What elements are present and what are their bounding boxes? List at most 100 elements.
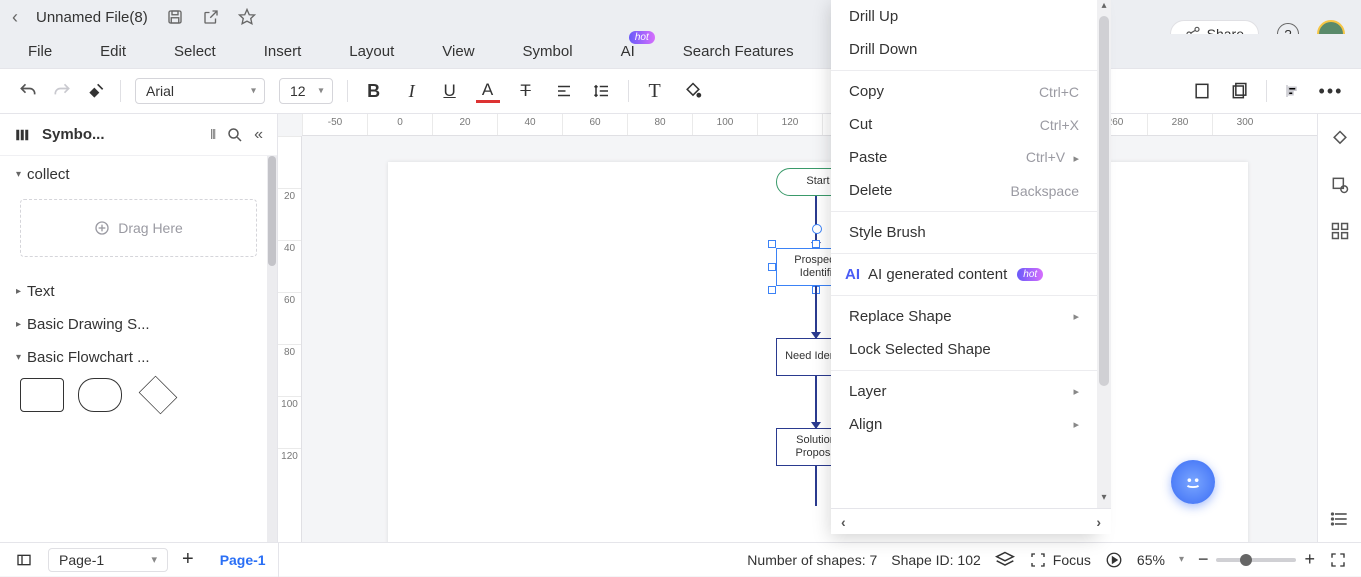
ctx-lock-shape[interactable]: Lock Selected Shape bbox=[831, 333, 1097, 366]
presentation-icon[interactable] bbox=[1105, 551, 1123, 569]
group-text[interactable]: ▸Text bbox=[0, 273, 277, 306]
undo-icon[interactable] bbox=[18, 81, 38, 101]
chevron-right-icon: ▸ bbox=[16, 286, 21, 297]
strikethrough-icon[interactable]: T bbox=[514, 79, 538, 103]
zoom-out-icon[interactable]: − bbox=[1198, 549, 1209, 570]
format-painter-icon[interactable] bbox=[86, 81, 106, 101]
page[interactable]: Start Prospect Identifi Need Identifi So… bbox=[388, 162, 1248, 542]
menu-ai[interactable]: AIhot bbox=[621, 43, 635, 60]
drag-here-target[interactable]: Drag Here bbox=[20, 199, 257, 257]
settings-icon[interactable] bbox=[1329, 174, 1351, 196]
page-selector[interactable]: Page-1▾ bbox=[48, 548, 168, 572]
star-icon[interactable] bbox=[238, 8, 256, 26]
shape-id: Shape ID: 102 bbox=[891, 552, 981, 568]
connector[interactable] bbox=[815, 376, 817, 428]
ctx-paste[interactable]: PasteCtrl+V ▸ bbox=[831, 141, 1097, 174]
nav-next-icon[interactable]: › bbox=[1096, 514, 1101, 530]
add-page-icon[interactable]: + bbox=[182, 548, 194, 571]
font-select[interactable]: Arial▾ bbox=[135, 78, 265, 104]
menu-layout[interactable]: Layout bbox=[349, 43, 394, 60]
separator bbox=[831, 253, 1097, 254]
shape-diamond[interactable] bbox=[139, 376, 178, 415]
menu-symbol[interactable]: Symbol bbox=[523, 43, 573, 60]
line-spacing-icon[interactable] bbox=[590, 79, 614, 103]
sidebar-scrollbar[interactable] bbox=[267, 156, 277, 542]
zoom-in-icon[interactable]: + bbox=[1304, 549, 1315, 570]
ctx-ai-generated[interactable]: AI AI generated content hot bbox=[831, 258, 1097, 291]
chevron-down-icon: ▾ bbox=[251, 86, 256, 97]
menu-search-features[interactable]: Search Features bbox=[683, 43, 794, 60]
menu-view[interactable]: View bbox=[442, 43, 474, 60]
underline-icon[interactable]: U bbox=[438, 79, 462, 103]
italic-icon[interactable]: I bbox=[400, 79, 424, 103]
zoom-slider[interactable] bbox=[1216, 558, 1296, 562]
ctx-drill-up[interactable]: Drill Up bbox=[831, 0, 1097, 33]
fill-icon[interactable] bbox=[681, 79, 705, 103]
ctx-align[interactable]: Align▸ bbox=[831, 408, 1097, 441]
slider-knob[interactable] bbox=[1240, 554, 1252, 566]
layers-icon[interactable] bbox=[995, 550, 1015, 570]
menu-insert[interactable]: Insert bbox=[264, 43, 302, 60]
grid-icon[interactable] bbox=[1329, 220, 1351, 242]
context-menu: Drill Up Drill Down CopyCtrl+C CutCtrl+X… bbox=[831, 0, 1097, 534]
filename[interactable]: Unnamed File(8) bbox=[36, 9, 148, 26]
library-icon[interactable] bbox=[14, 126, 32, 144]
scroll-thumb[interactable] bbox=[1099, 16, 1109, 386]
connector[interactable] bbox=[815, 196, 817, 248]
menu-select[interactable]: Select bbox=[174, 43, 216, 60]
ctx-replace-shape[interactable]: Replace Shape▸ bbox=[831, 300, 1097, 333]
assistant-bubble[interactable] bbox=[1171, 460, 1215, 504]
fill-tool-icon[interactable] bbox=[1329, 128, 1351, 150]
page-icon[interactable] bbox=[1190, 79, 1214, 103]
nav-prev-icon[interactable]: ‹ bbox=[841, 514, 846, 530]
more-icon[interactable]: ••• bbox=[1319, 79, 1343, 103]
save-icon[interactable] bbox=[166, 8, 184, 26]
group-basic-drawing[interactable]: ▸Basic Drawing S... bbox=[0, 306, 277, 339]
pages-panel-icon[interactable] bbox=[14, 552, 34, 568]
menu-edit[interactable]: Edit bbox=[100, 43, 126, 60]
focus-button[interactable]: Focus bbox=[1029, 551, 1091, 569]
sidebar-body: ▾collect Drag Here ▸Text ▸Basic Drawing … bbox=[0, 156, 277, 542]
shape-rect[interactable] bbox=[20, 378, 64, 412]
expand-icon[interactable]: ⦀ bbox=[210, 127, 216, 143]
connector[interactable] bbox=[815, 466, 817, 506]
ctx-delete[interactable]: DeleteBackspace bbox=[831, 174, 1097, 207]
rotate-handle[interactable] bbox=[812, 224, 822, 234]
page-tab[interactable]: Page-1 bbox=[208, 543, 279, 577]
context-scrollbar[interactable]: ▴ ▾ bbox=[1097, 0, 1111, 534]
search-icon[interactable] bbox=[226, 126, 244, 144]
menu-file[interactable]: File bbox=[28, 43, 52, 60]
ctx-style-brush[interactable]: Style Brush bbox=[831, 216, 1097, 249]
back-icon[interactable]: ‹ bbox=[12, 7, 18, 28]
list-icon[interactable] bbox=[1329, 508, 1351, 530]
canvas[interactable]: -50020406080100120140260280300 204060801… bbox=[278, 114, 1317, 542]
bold-icon[interactable]: B bbox=[362, 79, 386, 103]
hot-badge: hot bbox=[1017, 268, 1043, 281]
align-left-icon[interactable] bbox=[1281, 79, 1305, 103]
fullscreen-icon[interactable] bbox=[1329, 551, 1347, 569]
scroll-down-icon[interactable]: ▾ bbox=[1097, 492, 1111, 506]
connector[interactable] bbox=[815, 286, 817, 338]
shape-round-rect[interactable] bbox=[78, 378, 122, 412]
font-size-select[interactable]: 12▾ bbox=[279, 78, 333, 104]
ctx-cut[interactable]: CutCtrl+X bbox=[831, 108, 1097, 141]
group-collect[interactable]: ▾collect bbox=[0, 156, 277, 189]
collapse-sidebar-icon[interactable]: « bbox=[254, 126, 263, 144]
align-icon[interactable] bbox=[552, 79, 576, 103]
vertical-ruler: 20406080100120 bbox=[278, 136, 302, 542]
font-color-icon[interactable]: A bbox=[476, 79, 500, 103]
scroll-up-icon[interactable]: ▴ bbox=[1097, 0, 1111, 14]
chevron-down-icon: ▾ bbox=[16, 169, 21, 180]
chevron-right-icon: ▸ bbox=[16, 319, 21, 330]
pages-icon[interactable] bbox=[1228, 79, 1252, 103]
separator bbox=[831, 295, 1097, 296]
export-icon[interactable] bbox=[202, 8, 220, 26]
redo-icon[interactable] bbox=[52, 81, 72, 101]
zoom-value[interactable]: 65% bbox=[1137, 552, 1165, 568]
zoom-control: − + bbox=[1198, 549, 1315, 570]
ctx-copy[interactable]: CopyCtrl+C bbox=[831, 75, 1097, 108]
ctx-layer[interactable]: Layer▸ bbox=[831, 375, 1097, 408]
ctx-drill-down[interactable]: Drill Down bbox=[831, 33, 1097, 66]
text-tool-icon[interactable]: T bbox=[643, 79, 667, 103]
group-basic-flowchart[interactable]: ▾Basic Flowchart ... bbox=[0, 339, 277, 372]
